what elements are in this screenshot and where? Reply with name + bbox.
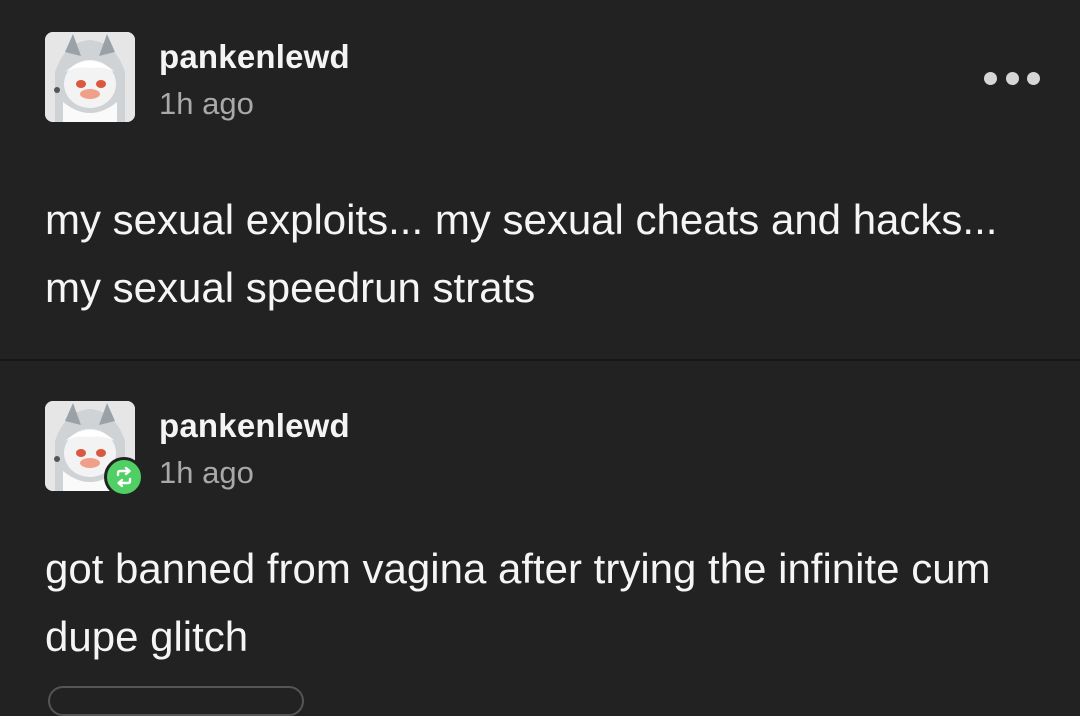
- dot: [984, 71, 997, 85]
- post-timestamp: 1h ago: [159, 86, 254, 121]
- cutoff-button[interactable]: [48, 686, 304, 716]
- username[interactable]: pankenlewd: [159, 407, 350, 445]
- post-timestamp: 1h ago: [159, 455, 254, 490]
- more-options-icon[interactable]: [984, 64, 1040, 92]
- reblog-arrows-icon: [116, 466, 132, 488]
- avatar-image: [45, 32, 135, 122]
- reblog-card: pankenlewd 1h ago got banned from vagina…: [0, 361, 1080, 692]
- post-body: my sexual exploits... my sexual cheats a…: [45, 196, 998, 311]
- dot: [1005, 71, 1019, 85]
- avatar[interactable]: [45, 32, 135, 122]
- post-card: pankenlewd 1h ago my sexual exploits... …: [0, 0, 1080, 360]
- reblog-icon: [104, 457, 144, 497]
- dot: [1027, 71, 1040, 85]
- username[interactable]: pankenlewd: [159, 38, 350, 76]
- post-body: got banned from vagina after trying the …: [45, 545, 991, 660]
